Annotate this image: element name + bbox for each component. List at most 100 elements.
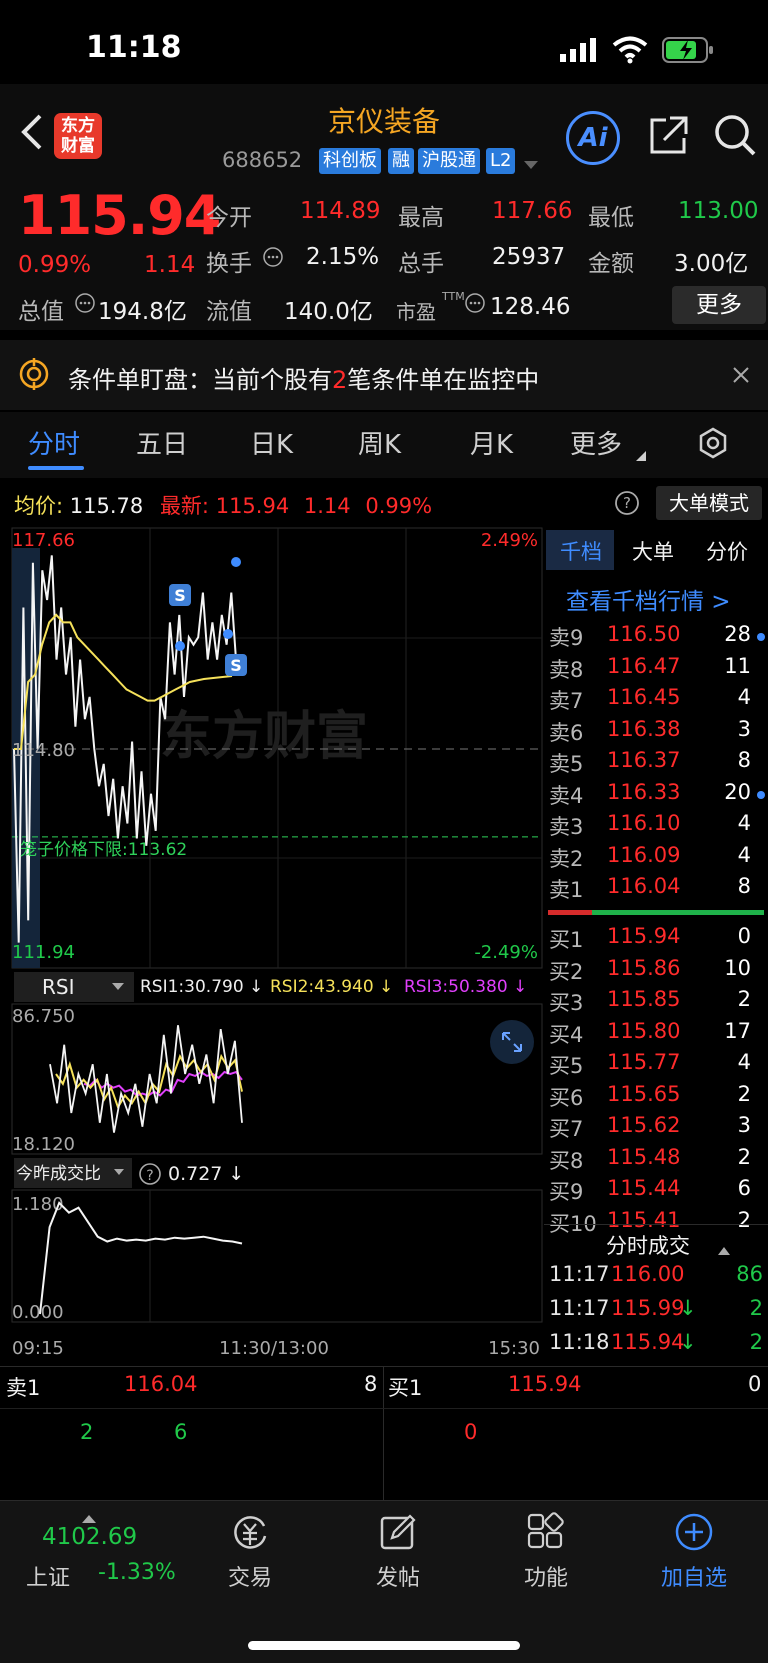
- bid-level-row[interactable]: 买4 115.80 17: [549, 1019, 765, 1050]
- tick-volume: 2: [749, 1330, 763, 1354]
- marker-dot: [231, 557, 241, 567]
- search-icon[interactable]: [712, 112, 758, 162]
- ask-level-row[interactable]: 卖3 116.10 4: [549, 811, 765, 842]
- nav-add-watchlist[interactable]: 加自选: [634, 1560, 754, 1592]
- close-icon[interactable]: [732, 366, 750, 388]
- sell-marker[interactable]: S: [169, 584, 191, 606]
- ask-level-row[interactable]: 卖2 116.09 4: [549, 843, 765, 874]
- big-order-dot: [757, 633, 765, 641]
- share-icon[interactable]: [646, 114, 690, 162]
- more-button[interactable]: 更多: [672, 286, 766, 324]
- ask-queue-item: 2: [80, 1420, 94, 1444]
- ticks-title[interactable]: 分时成交: [606, 1230, 690, 1260]
- tab-five-day[interactable]: 五日: [136, 424, 188, 461]
- ask-level-row[interactable]: 卖8 116.47 11: [549, 654, 765, 685]
- tab-weekly-k[interactable]: 周K: [358, 424, 401, 461]
- help-icon[interactable]: ?: [614, 490, 640, 520]
- latest-label: 最新:: [159, 494, 210, 518]
- big-order-mode-button[interactable]: 大单模式: [656, 486, 762, 520]
- level-price: 116.10: [607, 811, 681, 835]
- bid-level-row[interactable]: 买9 115.44 6: [549, 1176, 765, 1207]
- index-pct[interactable]: -1.33%: [98, 1560, 176, 1585]
- tick-time: 11:17: [549, 1262, 610, 1286]
- nav-post[interactable]: 发帖: [338, 1560, 458, 1592]
- trade-icon[interactable]: [230, 1512, 270, 1556]
- x-tick-label: 09:15: [12, 1338, 64, 1359]
- level-volume: 2: [737, 1207, 751, 1232]
- info-icon[interactable]: [74, 292, 96, 318]
- level-volume: 20: [724, 779, 751, 804]
- home-indicator: [248, 1641, 520, 1650]
- sell-marker[interactable]: S: [225, 654, 247, 676]
- tab-more[interactable]: 更多: [570, 424, 622, 461]
- x-tick-label: 15:30: [488, 1338, 540, 1359]
- ask-level-row[interactable]: 卖4 116.33 20: [549, 780, 765, 811]
- y-mid-label: 114.80: [12, 740, 75, 761]
- ask-level-row[interactable]: 卖1 116.04 8: [549, 874, 765, 905]
- ai-button[interactable]: Ai: [566, 111, 620, 165]
- ask-level-row[interactable]: 卖6 116.38 3: [549, 717, 765, 748]
- info-icon[interactable]: [262, 246, 284, 272]
- edit-icon[interactable]: [378, 1512, 418, 1556]
- bid-level-row[interactable]: 买7 115.62 3: [549, 1113, 765, 1144]
- rsi-top-label: 86.750: [12, 1006, 75, 1027]
- y-bottom-label: 111.94: [12, 942, 75, 963]
- float-label: 流值: [206, 299, 252, 325]
- index-value[interactable]: 4102.69: [42, 1524, 137, 1550]
- tab-thousand-levels[interactable]: 千档: [560, 536, 602, 566]
- intraday-chart[interactable]: 东方财富 117.66 114.80 111.94 2.49% -2.49% 笼…: [0, 524, 544, 1364]
- tab-intraday[interactable]: 分时: [28, 424, 80, 461]
- level-volume: 10: [724, 955, 751, 980]
- rsi2-legend: RSI2:43.940 ↓: [270, 977, 393, 997]
- grid-icon[interactable]: [526, 1512, 566, 1556]
- level-volume: 2: [737, 1081, 751, 1106]
- latest-pct: 0.99%: [365, 494, 433, 518]
- limit-label: 笼子价格下限:113.62: [20, 840, 187, 860]
- target-icon: [18, 358, 50, 394]
- bid-level-row[interactable]: 买5 115.77 4: [549, 1050, 765, 1081]
- open-value: 114.89: [300, 198, 381, 224]
- nav-trade[interactable]: 交易: [190, 1560, 310, 1592]
- add-icon[interactable]: [674, 1512, 714, 1556]
- tick-time: 11:17: [549, 1296, 610, 1320]
- view-depth-link[interactable]: 查看千档行情 >: [566, 582, 731, 616]
- help-icon[interactable]: ?: [139, 1163, 161, 1185]
- bid-level-row[interactable]: 买1 115.94 0: [549, 924, 765, 955]
- tab-big-orders[interactable]: 大单: [632, 536, 674, 566]
- l2-bid-vol: 0: [748, 1372, 762, 1396]
- level-volume: 4: [737, 842, 751, 867]
- marker-dot: [175, 641, 185, 651]
- pct-top-label: 2.49%: [481, 530, 538, 551]
- expand-icon[interactable]: [490, 1020, 534, 1064]
- chevron-down-icon[interactable]: [524, 156, 538, 175]
- latest-change: 1.14: [303, 494, 351, 518]
- level-price: 116.45: [607, 685, 681, 709]
- ask-level-row[interactable]: 卖7 116.45 4: [549, 685, 765, 716]
- index-name[interactable]: 上证: [26, 1560, 70, 1592]
- level-label: 卖8: [549, 657, 584, 682]
- bid-level-row[interactable]: 买2 115.86 10: [549, 956, 765, 987]
- level-volume: 8: [737, 874, 751, 898]
- low-label: 最低: [588, 205, 634, 231]
- gear-icon[interactable]: [696, 426, 730, 464]
- last-price: 115.94: [18, 184, 221, 247]
- tag-level2: L2: [486, 148, 516, 174]
- divider: [544, 1224, 768, 1225]
- bid-level-row[interactable]: 买3 115.85 2: [549, 987, 765, 1018]
- bid-level-row[interactable]: 买6 115.65 2: [549, 1082, 765, 1113]
- trade-tick-row: 11:17 116.00 86: [549, 1262, 765, 1294]
- ask-level-row[interactable]: 卖5 116.37 8: [549, 748, 765, 779]
- tab-price-dist[interactable]: 分价: [706, 536, 748, 566]
- bid-level-row[interactable]: 买8 115.48 2: [549, 1145, 765, 1176]
- chevron-up-icon: [718, 1240, 730, 1259]
- tab-daily-k[interactable]: 日K: [250, 424, 293, 461]
- ask-level-row[interactable]: 卖9 116.50 28: [549, 622, 765, 653]
- info-icon[interactable]: [464, 292, 486, 318]
- latest-price: 115.94: [215, 494, 290, 518]
- tab-monthly-k[interactable]: 月K: [470, 424, 513, 461]
- level-volume: 6: [737, 1176, 751, 1200]
- nav-functions[interactable]: 功能: [486, 1560, 606, 1592]
- tick-price: 115.99: [611, 1296, 685, 1320]
- y-top-label: 117.66: [12, 530, 75, 551]
- tag-connect: 沪股通: [418, 148, 480, 174]
